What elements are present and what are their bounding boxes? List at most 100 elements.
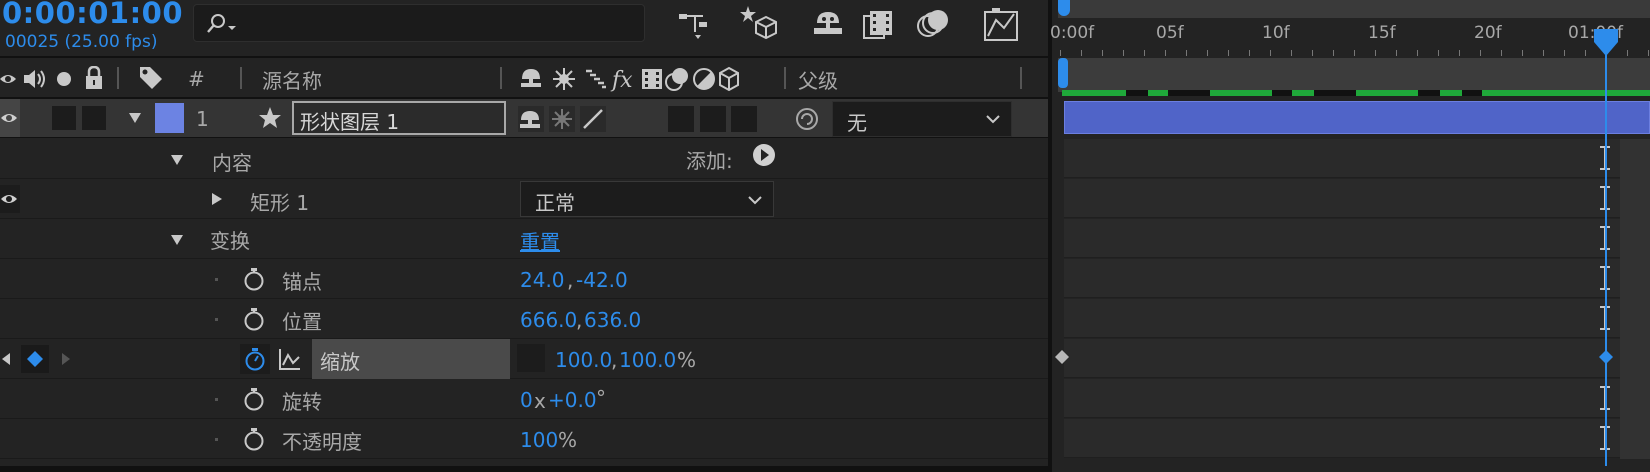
add-label: 添加:	[686, 149, 733, 173]
column-divider[interactable]	[240, 67, 242, 89]
frame-info: 00025 (25.00 fps)	[5, 32, 158, 52]
timeline-track-rectangle	[1064, 179, 1650, 218]
parent-pick-whip-icon[interactable]	[795, 107, 819, 131]
position-row[interactable]: 位置 666.0 , 636.0	[0, 299, 1048, 339]
switches-column-icons[interactable]: fx	[520, 65, 740, 93]
audio-column-icon[interactable]	[22, 67, 48, 91]
time-navigator[interactable]	[1058, 0, 1650, 18]
stopwatch-active-icon[interactable]	[244, 347, 266, 371]
shape-layer-star-icon	[259, 107, 281, 128]
transform-reset-link[interactable]: 重置	[520, 226, 560, 255]
graph-toggle-icon[interactable]	[278, 347, 302, 371]
row-dot	[215, 438, 218, 441]
position-x-value[interactable]: 666.0	[520, 308, 577, 332]
position-label: 位置	[282, 310, 322, 334]
position-y-value[interactable]: 636.0	[584, 308, 641, 332]
add-menu-button[interactable]	[752, 143, 776, 167]
anchor-y-value[interactable]: -42.0	[576, 268, 628, 292]
column-divider[interactable]	[784, 67, 786, 89]
rectangle-row[interactable]: 矩形 1 正常	[0, 179, 1048, 219]
work-area-bar[interactable]	[1058, 58, 1650, 92]
search-icon[interactable]	[206, 14, 240, 34]
expand-triangle-right-icon[interactable]	[210, 192, 224, 206]
search-input[interactable]	[193, 4, 645, 42]
stopwatch-icon[interactable]	[243, 307, 265, 331]
stopwatch-icon[interactable]	[243, 267, 265, 291]
ruler-label-0: 0:00f	[1050, 23, 1095, 43]
solo-switch[interactable]	[82, 106, 106, 130]
content-label: 内容	[212, 151, 252, 175]
scale-x-value[interactable]: 100.0	[555, 348, 612, 372]
parent-dropdown[interactable]: 无	[832, 101, 1012, 137]
rotation-label: 旋转	[282, 390, 322, 414]
audio-switch[interactable]	[52, 106, 76, 130]
timeline-panel: 0:00f 05f 10f 15f 20f 01:00f	[1050, 0, 1650, 472]
column-divider[interactable]	[117, 67, 119, 89]
shy-switch-icon[interactable]	[518, 106, 544, 132]
parent-column-header[interactable]: 父级	[798, 65, 838, 94]
previous-keyframe-icon[interactable]	[0, 352, 12, 366]
layer-row[interactable]: 1 形状图层 1 无	[0, 99, 1048, 138]
blend-mode-dropdown[interactable]: 正常	[520, 181, 774, 217]
timeline-track-end-shade	[1620, 139, 1650, 459]
shy-layers-icon[interactable]	[812, 8, 848, 38]
collapse-switch-icon[interactable]	[549, 106, 575, 132]
content-row[interactable]: 内容 添加:	[0, 139, 1048, 179]
expand-triangle-icon[interactable]	[170, 153, 184, 167]
solo-column-icon[interactable]	[56, 71, 72, 87]
cache-segment	[1482, 90, 1650, 96]
lock-column-icon[interactable]	[84, 66, 104, 90]
number-column-header[interactable]: #	[188, 67, 205, 91]
timeline-track-opacity	[1064, 419, 1650, 458]
stopwatch-icon[interactable]	[243, 387, 265, 411]
layer-name: 形状图层 1	[300, 110, 400, 134]
layer-duration-bar[interactable]	[1064, 101, 1650, 134]
frame-blending-icon[interactable]	[862, 8, 894, 40]
next-keyframe-icon[interactable]	[60, 352, 72, 366]
position-separator: ,	[576, 308, 583, 332]
timeline-track-transform	[1064, 219, 1650, 258]
layer-visibility-toggle[interactable]	[0, 99, 20, 137]
cache-segment	[1440, 90, 1462, 96]
video-visibility-column-icon[interactable]	[0, 69, 18, 89]
time-navigator-start-handle[interactable]	[1058, 0, 1070, 16]
motion-blur-switch[interactable]	[700, 106, 726, 132]
scale-row[interactable]: 缩放 100.0 , 100.0 %	[0, 339, 1048, 379]
expand-triangle-icon[interactable]	[170, 233, 184, 247]
expand-triangle-icon[interactable]	[128, 111, 142, 125]
transform-row[interactable]: 变换 重置	[0, 219, 1048, 259]
constrain-proportions-toggle[interactable]	[517, 344, 545, 372]
label-column-icon[interactable]	[138, 65, 164, 91]
stopwatch-icon[interactable]	[243, 427, 265, 451]
layer-name-field[interactable]: 形状图层 1	[292, 101, 506, 135]
opacity-row[interactable]: 不透明度 100 %	[0, 419, 1048, 459]
anchor-point-row[interactable]: 锚点 24.0 , -42.0	[0, 259, 1048, 299]
anchor-separator: ,	[567, 268, 574, 292]
column-divider[interactable]	[1020, 67, 1022, 89]
ruler-label-4: 20f	[1474, 23, 1502, 43]
anchor-x-value[interactable]: 24.0	[520, 268, 565, 292]
quality-switch-icon[interactable]	[580, 106, 606, 132]
rotation-turns-value[interactable]: 0	[520, 388, 533, 412]
keyframe-diamond-icon[interactable]	[1054, 349, 1070, 365]
opacity-value[interactable]: 100	[520, 428, 558, 452]
keyframe-toggle[interactable]	[21, 345, 49, 373]
layer-label-color-swatch[interactable]	[155, 103, 184, 133]
rectangle-visibility-toggle[interactable]	[0, 185, 20, 213]
graph-editor-icon[interactable]	[982, 6, 1020, 42]
motion-blur-icon[interactable]	[916, 8, 952, 40]
scale-y-value[interactable]: 100.0	[619, 348, 676, 372]
composition-flowchart-icon[interactable]	[675, 10, 711, 40]
blend-mode-value: 正常	[535, 191, 575, 215]
draft-3d-icon[interactable]	[740, 4, 778, 40]
rotation-degrees-value[interactable]: +0.0	[548, 388, 597, 412]
rotation-row[interactable]: 旋转 0 x +0.0 °	[0, 379, 1048, 419]
current-time-indicator-head[interactable]	[1593, 28, 1619, 58]
work-area-start-handle[interactable]	[1058, 58, 1068, 88]
source-name-column-header[interactable]: 源名称	[262, 65, 322, 94]
timecode-display[interactable]: 0:00:01:00	[2, 0, 183, 30]
eye-icon	[1, 114, 17, 122]
column-divider[interactable]	[500, 67, 502, 89]
effects-switch[interactable]	[668, 106, 694, 132]
3d-layer-switch[interactable]	[731, 106, 757, 132]
